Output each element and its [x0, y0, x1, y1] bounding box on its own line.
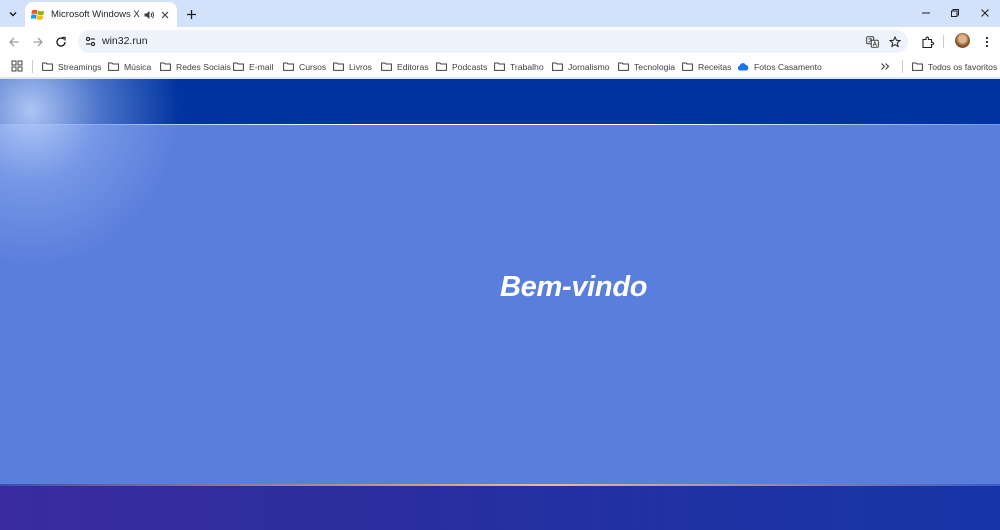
arrow-right-icon	[33, 37, 43, 47]
bookmark-folder-tecnologia[interactable]: Tecnologia	[618, 59, 675, 74]
address-bar[interactable]: win32.run	[78, 30, 908, 53]
more-vertical-icon	[985, 36, 989, 48]
extensions-button[interactable]	[917, 32, 937, 52]
bookmark-label: Redes Sociais	[176, 61, 231, 72]
bookmark-label: Música	[124, 61, 152, 72]
bookmark-folder-streamings[interactable]: Streamings	[42, 59, 101, 74]
minimize-icon	[922, 12, 930, 14]
bookmarks-divider	[32, 60, 33, 73]
welcome-bottom-band	[0, 486, 1000, 530]
bookmarks-divider	[902, 60, 903, 73]
toolbar-divider	[943, 35, 944, 48]
bookmark-label: Livros	[349, 61, 372, 72]
star-icon	[888, 35, 901, 48]
windows-logo-icon	[31, 9, 44, 20]
arrow-left-icon	[9, 37, 19, 47]
browser-toolbar: win32.run	[0, 27, 1000, 56]
folder-icon	[333, 62, 344, 71]
bookmark-label: Streamings	[58, 61, 102, 72]
folder-icon	[233, 62, 244, 71]
bookmark-label: Cursos	[299, 61, 327, 72]
chevron-down-icon	[9, 11, 17, 17]
restore-icon	[951, 9, 959, 17]
profile-avatar[interactable]	[955, 33, 970, 48]
tab-title: Microsoft Windows XP Prof	[51, 9, 140, 20]
speaker-icon[interactable]	[143, 9, 155, 21]
restore-button[interactable]	[944, 4, 966, 22]
new-tab-button[interactable]	[182, 5, 200, 23]
bookmark-folder-cursos[interactable]: Cursos	[283, 59, 326, 74]
all-bookmarks-label: Todos os favoritos	[928, 61, 998, 72]
close-window-button[interactable]	[974, 4, 996, 22]
url-text[interactable]: win32.run	[102, 35, 148, 47]
welcome-heading: Bem-vindo	[500, 271, 648, 303]
bookmark-label: Jornalismo	[568, 61, 610, 72]
back-button[interactable]	[4, 32, 24, 52]
reload-button[interactable]	[51, 32, 71, 52]
folder-icon	[160, 62, 171, 71]
menu-button[interactable]	[977, 32, 997, 52]
close-icon	[161, 11, 169, 18]
bookmark-folder-email[interactable]: E-mail	[233, 59, 273, 74]
folder-icon	[494, 62, 505, 71]
more-bookmarks-button[interactable]	[880, 59, 895, 74]
bookmark-star-button[interactable]	[886, 33, 903, 50]
folder-icon	[108, 62, 119, 71]
reload-icon	[56, 36, 66, 47]
bookmark-folder-livros[interactable]: Livros	[333, 59, 372, 74]
forward-button[interactable]	[28, 32, 48, 52]
tune-icon	[85, 36, 96, 47]
tab-strip: Microsoft Windows XP Prof	[0, 0, 1000, 27]
site-info-button[interactable]	[82, 33, 99, 50]
bookmark-folder-trabalho[interactable]: Trabalho	[494, 59, 544, 74]
close-icon	[981, 9, 989, 17]
folder-icon	[283, 62, 294, 71]
bookmarks-bar: Streamings Música Redes Sociais E-mail C…	[0, 56, 1000, 78]
bookmark-folder-receitas[interactable]: Receitas	[682, 59, 731, 74]
cloud-icon	[737, 63, 749, 71]
apps-grid-icon[interactable]	[11, 60, 23, 72]
tab-close-button[interactable]	[159, 9, 171, 21]
folder-icon	[42, 62, 53, 71]
translate-icon	[866, 35, 879, 48]
folder-icon	[552, 62, 563, 71]
folder-icon	[618, 62, 629, 71]
puzzle-icon	[921, 36, 934, 48]
chevron-double-right-icon	[881, 63, 890, 70]
welcome-corner-glow	[0, 79, 200, 289]
all-bookmarks-folder[interactable]: Todos os favoritos	[912, 59, 997, 74]
minimize-button[interactable]	[915, 4, 937, 22]
active-tab[interactable]: Microsoft Windows XP Prof	[25, 2, 177, 27]
bookmark-label: Editoras	[397, 61, 429, 72]
bookmark-folder-redes-sociais[interactable]: Redes Sociais	[160, 59, 231, 74]
translate-button[interactable]	[864, 33, 881, 50]
bookmark-fotos-casamento[interactable]: Fotos Casamento	[737, 59, 822, 74]
bookmark-label: Tecnologia	[634, 61, 676, 72]
bookmark-folder-jornalismo[interactable]: Jornalismo	[552, 59, 610, 74]
folder-icon	[912, 62, 923, 71]
bookmark-label: E-mail	[249, 61, 274, 72]
bookmark-label: Receitas	[698, 61, 732, 72]
tab-search-button[interactable]	[4, 5, 22, 23]
folder-icon	[381, 62, 392, 71]
bookmark-label: Fotos Casamento	[754, 61, 822, 72]
folder-icon	[682, 62, 693, 71]
bookmark-label: Podcasts	[452, 61, 488, 72]
bookmark-folder-musica[interactable]: Música	[108, 59, 151, 74]
bookmark-label: Trabalho	[510, 61, 544, 72]
bookmark-folder-editoras[interactable]: Editoras	[381, 59, 429, 74]
bookmark-folder-podcasts[interactable]: Podcasts	[436, 59, 487, 74]
xp-welcome-screen: Bem-vindo	[0, 79, 1000, 530]
folder-icon	[436, 62, 447, 71]
plus-icon	[186, 9, 196, 19]
